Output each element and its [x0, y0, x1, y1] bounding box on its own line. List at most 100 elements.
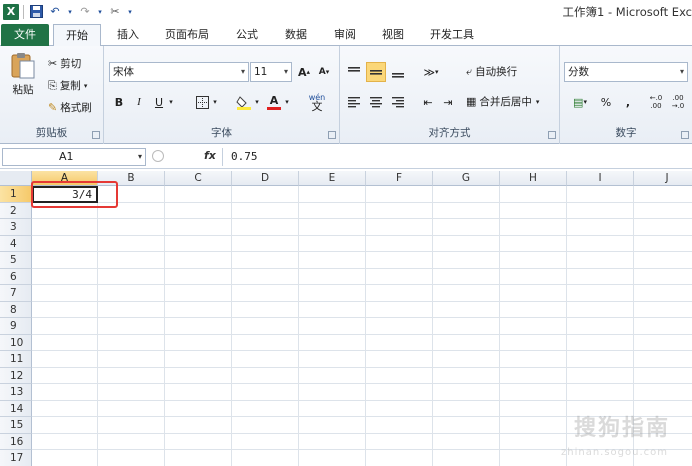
font-color-label: A — [269, 93, 279, 107]
row-header-6[interactable]: 6 — [0, 268, 32, 285]
tab-developer[interactable]: 开发工具 — [420, 24, 484, 46]
row-header-2[interactable]: 2 — [0, 202, 32, 219]
column-header-i[interactable]: I — [567, 171, 634, 186]
row-header-15[interactable]: 15 — [0, 417, 32, 434]
tab-page-layout[interactable]: 页面布局 — [152, 24, 222, 46]
save-icon[interactable] — [28, 4, 44, 20]
row-header-13[interactable]: 13 — [0, 384, 32, 401]
tab-file[interactable]: 文件 — [1, 24, 49, 46]
excel-logo-icon[interactable]: X — [3, 3, 19, 20]
formula-input[interactable]: 0.75 — [222, 148, 690, 166]
redo-icon[interactable]: ↷ — [77, 4, 93, 20]
font-name-value: 宋体 — [113, 66, 134, 78]
customize-qat-icon[interactable]: ▾ — [126, 4, 134, 20]
grow-font-button[interactable]: A ▴ — [294, 62, 314, 82]
row-header-10[interactable]: 10 — [0, 334, 32, 351]
row-gridline — [32, 267, 692, 269]
font-size-select[interactable]: 11 ▾ — [250, 62, 292, 82]
column-header-j[interactable]: J — [634, 171, 692, 186]
increase-decimal-button[interactable]: ←.0.00 — [646, 92, 666, 112]
insert-function-icon[interactable]: fx — [204, 149, 216, 162]
cut-label: 剪切 — [60, 58, 82, 70]
percent-button[interactable]: % — [596, 92, 616, 112]
align-top-button[interactable] — [344, 62, 364, 82]
format-painter-label: 格式刷 — [60, 102, 92, 114]
italic-button[interactable]: I — [129, 92, 149, 112]
borders-button[interactable] — [192, 92, 212, 112]
column-header-h[interactable]: H — [500, 171, 567, 186]
fill-color-button[interactable] — [234, 92, 254, 112]
font-name-select[interactable]: 宋体 ▾ — [109, 62, 249, 82]
undo-dropdown-icon[interactable]: ▾ — [66, 4, 74, 20]
wrap-text-button[interactable]: ⤶ 自动换行 — [466, 64, 517, 79]
column-header-f[interactable]: F — [366, 171, 433, 186]
tab-formulas[interactable]: 公式 — [226, 24, 268, 46]
bold-button[interactable]: B — [109, 92, 129, 112]
spreadsheet-grid[interactable]: A B C D E F G H I J 1 2 3 4 5 6 7 8 9 10 11 12 13 14 1… — [0, 171, 692, 466]
row-gridline — [32, 251, 692, 252]
tab-view[interactable]: 视图 — [371, 24, 415, 46]
tab-data[interactable]: 数据 — [274, 24, 318, 46]
row-header-14[interactable]: 14 — [0, 400, 32, 417]
chevron-down-icon[interactable]: ▾ — [138, 149, 142, 165]
row-header-16[interactable]: 16 — [0, 433, 32, 450]
tools-icon[interactable]: ✂ — [107, 4, 123, 20]
borders-dropdown-icon[interactable]: ▾ — [210, 92, 220, 112]
clipboard-launcher-icon[interactable] — [92, 131, 100, 139]
font-color-dropdown-icon[interactable]: ▾ — [282, 92, 292, 112]
tab-home[interactable]: 开始 — [53, 24, 101, 47]
tab-review[interactable]: 审阅 — [323, 24, 367, 46]
decrease-decimal-button[interactable]: .00 →.0 — [668, 92, 688, 112]
row-header-4[interactable]: 4 — [0, 235, 32, 252]
column-header-c[interactable]: C — [165, 171, 232, 186]
row-header-5[interactable]: 5 — [0, 252, 32, 269]
redo-dropdown-icon[interactable]: ▾ — [96, 4, 104, 20]
column-gridline — [298, 186, 299, 466]
name-box[interactable]: A1 ▾ — [2, 148, 146, 166]
column-gridline — [365, 186, 366, 466]
align-right-button[interactable] — [388, 92, 408, 112]
wrap-text-icon: ⤶ — [466, 64, 473, 78]
orientation-button[interactable]: ≫ ▾ — [418, 62, 444, 82]
row-header-11[interactable]: 11 — [0, 351, 32, 368]
undo-icon[interactable]: ↶ — [47, 4, 63, 20]
copy-button[interactable]: ⎘ 复制 ▾ — [48, 78, 87, 93]
font-color-button[interactable]: A — [264, 92, 284, 112]
column-header-e[interactable]: E — [299, 171, 366, 186]
copy-dropdown-icon[interactable]: ▾ — [84, 82, 88, 90]
row-header-9[interactable]: 9 — [0, 318, 32, 335]
shrink-font-button[interactable]: A ▾ — [314, 62, 334, 82]
row-header-3[interactable]: 3 — [0, 219, 32, 236]
format-painter-button[interactable]: ✎ 格式刷 — [48, 100, 92, 115]
merge-dropdown-icon[interactable]: ▾ — [536, 98, 540, 106]
font-launcher-icon[interactable] — [328, 131, 336, 139]
align-left-button[interactable] — [344, 92, 364, 112]
select-all-corner[interactable] — [0, 171, 32, 186]
tab-insert[interactable]: 插入 — [106, 24, 150, 46]
comma-button[interactable]: , — [618, 92, 638, 112]
column-header-g[interactable]: G — [433, 171, 500, 186]
row-header-12[interactable]: 12 — [0, 367, 32, 384]
align-center-button[interactable] — [366, 92, 386, 112]
shrink-font-label: A — [318, 67, 326, 77]
align-bottom-button[interactable] — [388, 62, 408, 82]
row-header-17[interactable]: 17 — [0, 450, 32, 466]
row-header-8[interactable]: 8 — [0, 301, 32, 318]
number-launcher-icon[interactable] — [681, 131, 689, 139]
accounting-format-button[interactable]: ▤ ▾ — [566, 92, 594, 112]
align-middle-button[interactable] — [366, 62, 386, 82]
cut-button[interactable]: ✂ 剪切 — [48, 56, 81, 71]
underline-dropdown-icon[interactable]: ▾ — [166, 92, 176, 112]
column-header-d[interactable]: D — [232, 171, 299, 186]
alignment-launcher-icon[interactable] — [548, 131, 556, 139]
row-header-1[interactable]: 1 — [0, 186, 32, 203]
increase-indent-button[interactable]: ⇥ — [438, 92, 458, 112]
decrease-indent-button[interactable]: ⇤ — [418, 92, 438, 112]
fill-color-dropdown-icon[interactable]: ▾ — [252, 92, 262, 112]
paste-button[interactable]: 粘贴 — [6, 52, 40, 97]
formula-bar-resize-icon[interactable] — [152, 150, 164, 162]
merge-center-button[interactable]: ▦ 合并后居中 ▾ — [466, 94, 539, 109]
phonetic-button[interactable]: wén 文 — [304, 92, 330, 112]
row-header-7[interactable]: 7 — [0, 285, 32, 302]
number-format-select[interactable]: 分数 ▾ — [564, 62, 688, 82]
